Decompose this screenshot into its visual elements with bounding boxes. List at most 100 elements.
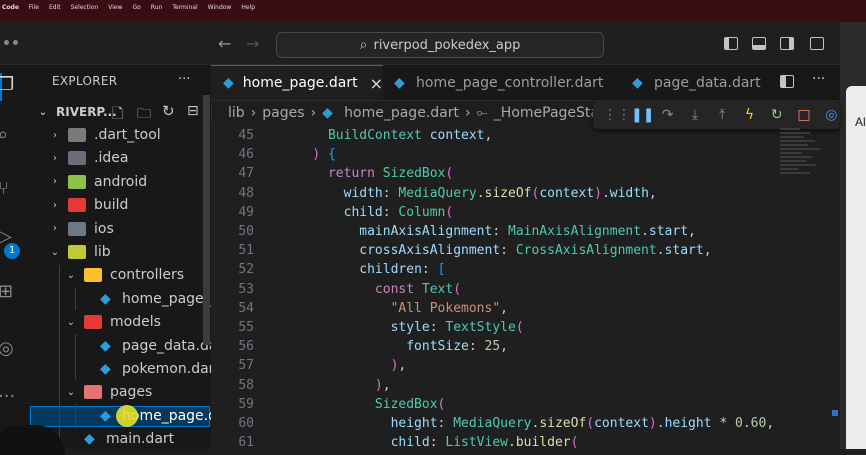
- toggle-secondary-sidebar-icon[interactable]: [780, 37, 794, 50]
- explorer-icon[interactable]: ❐: [0, 74, 14, 95]
- breadcrumb-file[interactable]: home_page.dart: [344, 105, 459, 121]
- tree-file-item[interactable]: ◆ main.dart: [64, 428, 174, 450]
- breadcrumb-lib[interactable]: lib: [228, 105, 245, 121]
- dart-file-icon: ◆: [223, 75, 234, 91]
- search-icon[interactable]: ⌕: [0, 124, 8, 145]
- menubar-item[interactable]: Help: [241, 4, 255, 11]
- tab-home-page-controller-dart[interactable]: ◆ home_page_controller.dart: [384, 65, 608, 100]
- tree-folder-item[interactable]: › .idea: [48, 147, 128, 169]
- menubar-items: Code File Edit Selection View Go Run Terminal Wi…: [2, 4, 255, 11]
- menubar-item[interactable]: View: [108, 4, 122, 11]
- stop-icon[interactable]: □: [795, 107, 812, 123]
- tree-file-item[interactable]: ◆ home_page.d...: [80, 405, 230, 427]
- indent-guide: [75, 334, 76, 380]
- tree-folder-item[interactable]: › ios: [48, 218, 114, 240]
- remote-explorer-icon[interactable]: ◎: [0, 338, 14, 359]
- code-editor[interactable]: 45 BuildContext context, 46 ) {47 return …: [211, 123, 840, 450]
- code-line: 59 SizedBox(: [211, 395, 445, 414]
- code-line: 47 return SizedBox(: [211, 164, 453, 183]
- dart-file-icon: ◆: [100, 407, 111, 424]
- line-number: 49: [238, 204, 254, 220]
- menubar-item[interactable]: Selection: [71, 4, 99, 11]
- tree-folder-item[interactable]: ⌄ controllers: [64, 264, 184, 286]
- more-icon[interactable]: ···: [0, 386, 15, 407]
- chevron-right-icon: ›: [53, 223, 57, 235]
- extensions-icon[interactable]: ⊞: [0, 281, 13, 302]
- code-text: ),: [374, 377, 391, 393]
- tab-label: home_page.dart: [242, 75, 358, 91]
- tree-folder-item[interactable]: › build: [48, 194, 128, 216]
- split-editor-icon[interactable]: [780, 75, 794, 88]
- line-number: 50: [238, 224, 254, 239]
- tree-item-label: main.dart: [106, 431, 175, 448]
- chevron-right-icon: ›: [53, 199, 57, 211]
- folder-icon: [84, 385, 102, 400]
- collapse-all-icon[interactable]: ⊟: [187, 103, 199, 119]
- tree-folder-item[interactable]: ⌄ lib: [48, 241, 111, 263]
- editor-scroll-marker: [832, 410, 838, 416]
- back-arrow-icon[interactable]: ←: [218, 34, 231, 53]
- breadcrumb-pages[interactable]: pages: [262, 105, 304, 121]
- source-control-icon[interactable]: ⑂: [0, 178, 9, 199]
- code-line: 49 child: Column(: [211, 203, 453, 222]
- indent-guide: [75, 404, 76, 428]
- code-line: 60 height: MediaQuery.sizeOf(context).he…: [211, 414, 774, 433]
- menubar-item[interactable]: Go: [132, 4, 140, 11]
- minimap[interactable]: [780, 128, 830, 188]
- tree-folder-item[interactable]: › android: [48, 171, 147, 193]
- menubar-item[interactable]: Run: [151, 4, 163, 11]
- menubar-item[interactable]: Window: [208, 4, 232, 11]
- tab-home-page-dart[interactable]: ◆ home_page.dart ×: [211, 65, 383, 100]
- tree-file-item[interactable]: ◆ pokemon.dart: [80, 358, 220, 380]
- forward-arrow-icon[interactable]: →: [246, 34, 259, 53]
- menubar-item[interactable]: Code: [2, 4, 19, 11]
- code-line: 51 crossAxisAlignment: CrossAxisAlignmen…: [211, 241, 711, 260]
- explorer-more-icon[interactable]: ···: [178, 72, 190, 87]
- code-line: 57 ),: [211, 356, 406, 375]
- step-into-icon[interactable]: ⤓: [686, 107, 703, 123]
- code-line: 48 width: MediaQuery.sizeOf(context).wid…: [211, 184, 656, 203]
- devtools-icon[interactable]: ◎: [823, 107, 840, 123]
- line-number: 57: [238, 358, 254, 374]
- menubar-item[interactable]: File: [29, 4, 39, 11]
- tree-item-label: pages: [110, 384, 153, 401]
- class-symbol-icon: ⟜: [476, 105, 488, 121]
- menubar-item[interactable]: Terminal: [172, 4, 197, 11]
- window-control-dot[interactable]: [13, 40, 18, 45]
- tab-page-data-dart[interactable]: ◆ page_data.dart: [624, 65, 772, 100]
- toggle-panel-icon[interactable]: [752, 37, 766, 50]
- editor-more-icon[interactable]: ···: [812, 71, 825, 87]
- breadcrumb-separator: ›: [310, 105, 317, 121]
- code-text: return SizedBox(: [327, 166, 454, 182]
- workspace-root[interactable]: ⌄ RIVERP...: [36, 101, 117, 123]
- step-over-icon[interactable]: ↷: [659, 107, 676, 123]
- sidebar-scrollbar[interactable]: [203, 95, 210, 345]
- indent-guide: [75, 288, 76, 310]
- pause-icon[interactable]: ❚❚: [631, 107, 654, 123]
- close-icon[interactable]: ×: [370, 74, 383, 93]
- tree-folder-item[interactable]: › .dart_tool: [48, 124, 161, 146]
- dart-file-icon: ◆: [632, 74, 643, 91]
- customize-layout-icon[interactable]: [810, 37, 824, 50]
- window-control-dot[interactable]: [4, 40, 9, 45]
- simulator-text: Al: [855, 115, 866, 129]
- command-center-search[interactable]: ⌕ riverpod_pokedex_app: [276, 32, 604, 58]
- tree-item-label: android: [94, 173, 148, 190]
- menubar-item[interactable]: Edit: [49, 4, 61, 11]
- code-line: 58 ),: [211, 376, 391, 395]
- chevron-down-icon: ⌄: [38, 106, 48, 118]
- restart-icon[interactable]: ↻: [768, 107, 785, 123]
- chevron-down-icon: ⌄: [66, 269, 76, 281]
- dart-file-icon: ◆: [100, 361, 111, 377]
- step-out-icon[interactable]: ⤒: [714, 107, 731, 123]
- folder-icon: [68, 221, 86, 236]
- line-number: 52: [238, 262, 254, 278]
- toggle-primary-sidebar-icon[interactable]: [724, 37, 738, 50]
- refresh-icon[interactable]: ↻: [162, 102, 175, 120]
- folder-icon: [68, 174, 86, 189]
- folder-icon: [84, 315, 102, 330]
- drag-handle-icon[interactable]: ⋮⋮: [603, 107, 631, 123]
- tree-folder-item[interactable]: ⌄ pages: [64, 381, 152, 403]
- hot-reload-icon[interactable]: ϟ: [741, 107, 758, 123]
- tree-folder-item[interactable]: ⌄ models: [64, 311, 161, 333]
